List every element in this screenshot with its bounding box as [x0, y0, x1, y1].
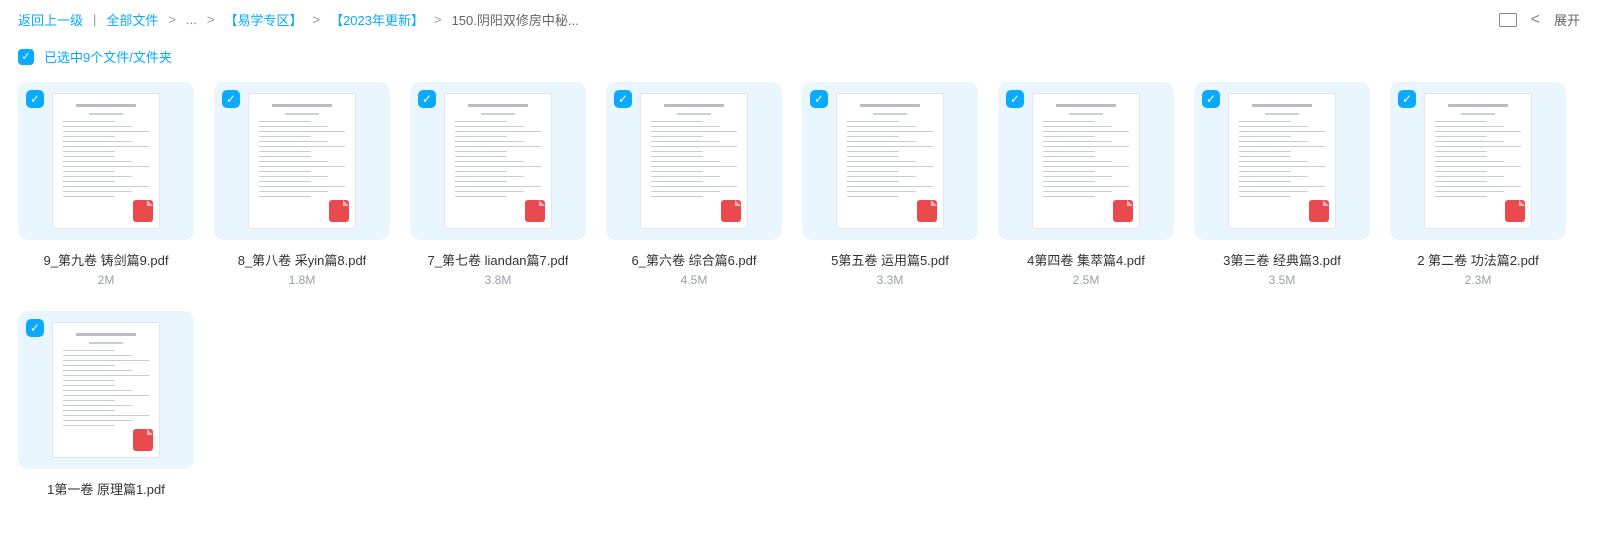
breadcrumb-sep: >	[168, 12, 176, 27]
file-thumbnail[interactable]: ✓	[1390, 82, 1566, 240]
file-checkbox[interactable]: ✓	[26, 90, 44, 108]
file-name[interactable]: 2 第二卷 功法篇2.pdf	[1417, 250, 1538, 269]
breadcrumb-sep-pipe: |	[93, 12, 96, 27]
file-name[interactable]: 5第五卷 运用篇5.pdf	[831, 250, 949, 269]
file-size: 3.5M	[1269, 273, 1296, 287]
document-preview	[640, 93, 748, 229]
selection-count-label: 已选中9个文件/文件夹	[44, 47, 172, 66]
file-tile[interactable]: ✓ 6_第六卷 综合篇6.pdf 4.5M	[606, 82, 782, 287]
pdf-badge-icon	[917, 200, 937, 222]
pdf-badge-icon	[721, 200, 741, 222]
file-name[interactable]: 9_第九卷 铸剑篇9.pdf	[44, 250, 169, 269]
file-checkbox[interactable]: ✓	[1202, 90, 1220, 108]
file-name[interactable]: 8_第八卷 采yin篇8.pdf	[238, 250, 367, 269]
breadcrumb: 返回上一级 | 全部文件 > ... > 【易学专区】 > 【2023年更新】 …	[0, 0, 1598, 39]
file-name[interactable]: 1第一卷 原理篇1.pdf	[47, 479, 165, 498]
document-preview	[444, 93, 552, 229]
breadcrumb-back[interactable]: 返回上一级	[18, 10, 83, 29]
view-mode-icon[interactable]	[1499, 13, 1517, 27]
file-thumbnail[interactable]: ✓	[18, 82, 194, 240]
file-checkbox[interactable]: ✓	[1006, 90, 1024, 108]
file-thumbnail[interactable]: ✓	[1194, 82, 1370, 240]
pdf-badge-icon	[1113, 200, 1133, 222]
document-preview	[836, 93, 944, 229]
file-tile[interactable]: ✓ 4第四卷 集萃篇4.pdf 2.5M	[998, 82, 1174, 287]
file-checkbox[interactable]: ✓	[614, 90, 632, 108]
chevron-left-icon[interactable]: <	[1531, 11, 1540, 29]
selection-bar: ✓ 已选中9个文件/文件夹	[0, 39, 1598, 82]
file-size: 1.8M	[289, 273, 316, 287]
file-size: 2M	[98, 273, 115, 287]
breadcrumb-sep: >	[434, 12, 442, 27]
breadcrumb-sep: >	[207, 12, 215, 27]
file-checkbox[interactable]: ✓	[26, 319, 44, 337]
file-name[interactable]: 4第四卷 集萃篇4.pdf	[1027, 250, 1145, 269]
expand-button[interactable]: 展开	[1554, 10, 1580, 29]
breadcrumb-path2[interactable]: 【2023年更新】	[330, 10, 424, 29]
pdf-badge-icon	[1505, 200, 1525, 222]
document-preview	[52, 322, 160, 458]
breadcrumb-sep: >	[312, 12, 320, 27]
document-preview	[1424, 93, 1532, 229]
document-preview	[1032, 93, 1140, 229]
file-tile[interactable]: ✓ 1第一卷 原理篇1.pdf	[18, 311, 194, 502]
file-checkbox[interactable]: ✓	[418, 90, 436, 108]
document-preview	[52, 93, 160, 229]
breadcrumb-ellipsis[interactable]: ...	[186, 12, 197, 27]
file-name[interactable]: 3第三卷 经典篇3.pdf	[1223, 250, 1341, 269]
breadcrumb-root[interactable]: 全部文件	[106, 10, 158, 29]
select-all-checkbox[interactable]: ✓	[18, 49, 34, 65]
file-tile[interactable]: ✓ 5第五卷 运用篇5.pdf 3.3M	[802, 82, 978, 287]
file-name[interactable]: 7_第七卷 liandan篇7.pdf	[428, 250, 569, 269]
pdf-badge-icon	[525, 200, 545, 222]
file-thumbnail[interactable]: ✓	[410, 82, 586, 240]
file-tile[interactable]: ✓ 2 第二卷 功法篇2.pdf 2.3M	[1390, 82, 1566, 287]
file-thumbnail[interactable]: ✓	[802, 82, 978, 240]
file-name[interactable]: 6_第六卷 综合篇6.pdf	[632, 250, 757, 269]
file-tile[interactable]: ✓ 8_第八卷 采yin篇8.pdf 1.8M	[214, 82, 390, 287]
file-grid: ✓ 9_第九卷 铸剑篇9.pdf 2M ✓ 8_第八卷 采yin篇8.pdf 1.8M ✓ 7…	[0, 82, 1598, 522]
document-preview	[1228, 93, 1336, 229]
pdf-badge-icon	[133, 200, 153, 222]
file-size: 2.5M	[1073, 273, 1100, 287]
file-size: 3.8M	[485, 273, 512, 287]
file-size: 3.3M	[877, 273, 904, 287]
file-tile[interactable]: ✓ 9_第九卷 铸剑篇9.pdf 2M	[18, 82, 194, 287]
pdf-badge-icon	[329, 200, 349, 222]
file-tile[interactable]: ✓ 7_第七卷 liandan篇7.pdf 3.8M	[410, 82, 586, 287]
file-tile[interactable]: ✓ 3第三卷 经典篇3.pdf 3.5M	[1194, 82, 1370, 287]
file-thumbnail[interactable]: ✓	[214, 82, 390, 240]
file-thumbnail[interactable]: ✓	[998, 82, 1174, 240]
breadcrumb-path1[interactable]: 【易学专区】	[224, 10, 302, 29]
file-checkbox[interactable]: ✓	[1398, 90, 1416, 108]
file-checkbox[interactable]: ✓	[810, 90, 828, 108]
pdf-badge-icon	[1309, 200, 1329, 222]
file-thumbnail[interactable]: ✓	[606, 82, 782, 240]
file-size: 4.5M	[681, 273, 708, 287]
file-thumbnail[interactable]: ✓	[18, 311, 194, 469]
document-preview	[248, 93, 356, 229]
file-size: 2.3M	[1465, 273, 1492, 287]
file-checkbox[interactable]: ✓	[222, 90, 240, 108]
breadcrumb-current: 150.阴阳双修房中秘...	[452, 10, 579, 29]
pdf-badge-icon	[133, 429, 153, 451]
